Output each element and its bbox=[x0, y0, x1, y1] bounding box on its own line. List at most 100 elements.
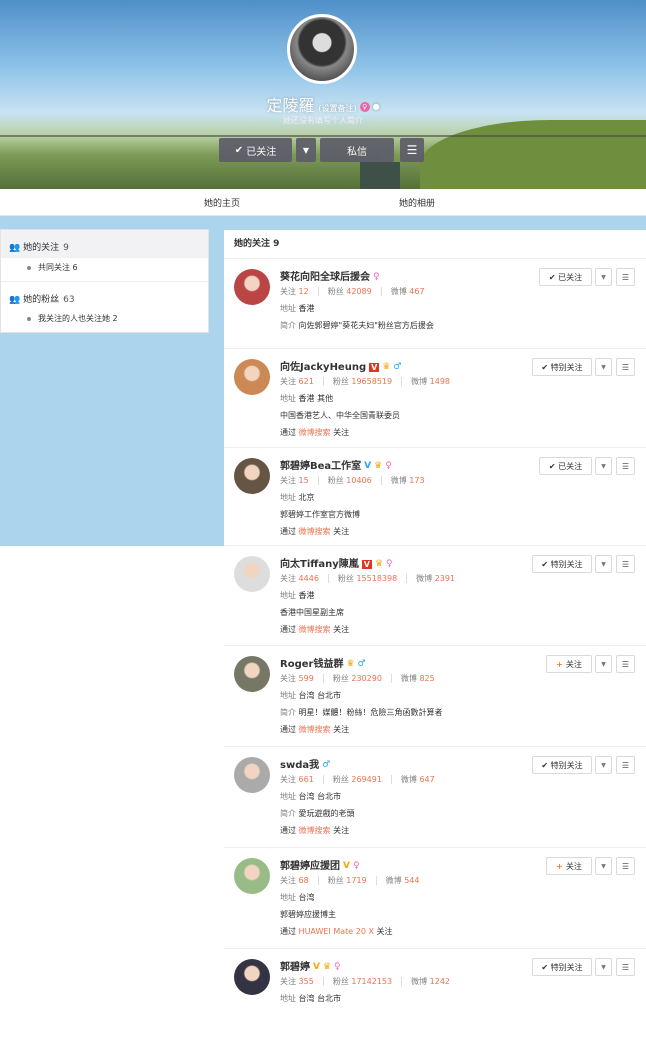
follow-status-button[interactable]: ✔ 已关注 bbox=[539, 268, 592, 286]
follow-count[interactable]: 4446 bbox=[299, 574, 319, 583]
follow-count[interactable]: 599 bbox=[299, 674, 314, 683]
fans-count[interactable]: 1719 bbox=[346, 876, 366, 885]
follow-status-button[interactable]: ✔ 已关注 bbox=[539, 457, 592, 475]
user-name[interactable]: Roger钱益群 bbox=[280, 659, 343, 670]
check-icon: ✔ bbox=[548, 272, 559, 282]
source-link[interactable]: 微博搜索 bbox=[299, 826, 331, 835]
fans-count[interactable]: 19658519 bbox=[351, 377, 392, 386]
user-avatar[interactable] bbox=[234, 757, 270, 793]
member-icon: ● bbox=[372, 102, 380, 111]
source-link[interactable]: HUAWEI Mate 20 X bbox=[299, 927, 374, 936]
follow-dropdown-button[interactable]: ▼ bbox=[595, 857, 612, 875]
user-avatar[interactable] bbox=[234, 556, 270, 592]
user-name[interactable]: 郭碧婷 bbox=[280, 962, 310, 973]
follow-dropdown-button[interactable]: ▼ bbox=[595, 756, 612, 774]
user-card: 郭碧婷Bea工作室 V ♛ ♀ 关注 15 粉丝 10406 微博 173 地址 北京 郭碧… bbox=[224, 447, 646, 547]
menu-icon: ☰ bbox=[621, 272, 630, 282]
fans-count[interactable]: 15518398 bbox=[356, 574, 397, 583]
more-menu-button[interactable]: ☰ bbox=[616, 555, 635, 573]
source-link[interactable]: 微博搜索 bbox=[299, 725, 331, 734]
weibo-count[interactable]: 647 bbox=[419, 775, 434, 784]
user-avatar[interactable] bbox=[234, 656, 270, 692]
source-link[interactable]: 微博搜索 bbox=[299, 625, 331, 634]
weibo-count[interactable]: 825 bbox=[419, 674, 434, 683]
more-menu-button[interactable]: ☰ bbox=[616, 958, 635, 976]
more-menu-button[interactable]: ☰ bbox=[616, 857, 635, 875]
weibo-count[interactable]: 1498 bbox=[430, 377, 450, 386]
profile-avatar[interactable] bbox=[287, 14, 357, 84]
user-name[interactable]: 向佐JackyHeung bbox=[280, 362, 366, 373]
more-menu-button[interactable]: ☰ bbox=[616, 756, 635, 774]
fans-count[interactable]: 10406 bbox=[346, 476, 371, 485]
user-avatar[interactable] bbox=[234, 359, 270, 395]
more-menu-button[interactable]: ☰ bbox=[616, 358, 635, 376]
menu-icon: ☰ bbox=[621, 962, 630, 972]
caret-down-icon: ▼ bbox=[601, 462, 606, 470]
follow-dropdown-button[interactable]: ▼ bbox=[595, 655, 612, 673]
user-name[interactable]: 葵花向阳全球后援会 bbox=[280, 272, 370, 283]
follow-status-button[interactable]: ✔ 特别关注 bbox=[532, 555, 592, 573]
source-link[interactable]: 微博搜索 bbox=[299, 527, 331, 536]
sidebar-item-following[interactable]: 👥 她的关注 9 bbox=[9, 240, 69, 253]
more-menu-button[interactable]: ☰ bbox=[616, 268, 635, 286]
set-remark-link[interactable]: (设置备注) bbox=[318, 104, 356, 113]
user-intro: 郭碧婷应援博主 bbox=[280, 910, 336, 919]
fans-count[interactable]: 17142153 bbox=[351, 977, 392, 986]
user-address: 地址 香港 bbox=[280, 304, 315, 313]
user-avatar[interactable] bbox=[234, 269, 270, 305]
user-stats: 关注 12 粉丝 42089 微博 467 bbox=[280, 287, 425, 296]
follow-dropdown-button[interactable]: ▼ bbox=[595, 457, 612, 475]
weibo-count[interactable]: 1242 bbox=[430, 977, 450, 986]
user-avatar[interactable] bbox=[234, 458, 270, 494]
source-link[interactable]: 微博搜索 bbox=[299, 428, 331, 437]
user-name[interactable]: 向太Tiffany陳嵐 bbox=[280, 559, 359, 570]
follow-dropdown-button[interactable]: ▼ bbox=[296, 138, 316, 162]
follow-count[interactable]: 12 bbox=[299, 287, 309, 296]
follow-status-button[interactable]: ✔ 特别关注 bbox=[532, 958, 592, 976]
more-menu-button[interactable]: ☰ bbox=[616, 457, 635, 475]
tab-home[interactable]: 她的主页 bbox=[204, 196, 240, 209]
verified-red-icon: V bbox=[361, 559, 372, 569]
sidebar-item-fans[interactable]: 👥 她的粉丝 63 bbox=[9, 292, 75, 305]
female-icon: ♀ bbox=[359, 101, 370, 112]
user-name[interactable]: 郭碧婷Bea工作室 bbox=[280, 461, 361, 472]
user-name[interactable]: 郭碧婷应援团 bbox=[280, 861, 340, 872]
sidebar-item-common-fans[interactable]: 我关注的人也关注她 2 bbox=[27, 313, 118, 324]
user-address: 地址 香港 bbox=[280, 591, 315, 600]
follow-dropdown-button[interactable]: ▼ bbox=[595, 958, 612, 976]
vip-crown-icon: ♛ bbox=[346, 659, 355, 669]
follow-dropdown-button[interactable]: ▼ bbox=[595, 555, 612, 573]
follow-count[interactable]: 15 bbox=[299, 476, 309, 485]
user-intro: 简介 愛玩遊戲的老頭 bbox=[280, 809, 355, 818]
weibo-count[interactable]: 467 bbox=[409, 287, 424, 296]
weibo-count[interactable]: 544 bbox=[404, 876, 419, 885]
message-button[interactable]: 私信 bbox=[320, 138, 394, 162]
follow-status-button[interactable]: + 关注 bbox=[546, 655, 592, 673]
more-menu-button[interactable]: ☰ bbox=[400, 138, 424, 162]
follow-dropdown-button[interactable]: ▼ bbox=[595, 268, 612, 286]
user-avatar[interactable] bbox=[234, 858, 270, 894]
weibo-count[interactable]: 2391 bbox=[435, 574, 455, 583]
follow-dropdown-button[interactable]: ▼ bbox=[595, 358, 612, 376]
fans-count[interactable]: 269491 bbox=[351, 775, 382, 784]
follow-status-button[interactable]: ✔ 特别关注 bbox=[532, 756, 592, 774]
follow-count[interactable]: 355 bbox=[299, 977, 314, 986]
user-name[interactable]: swda我 bbox=[280, 760, 319, 771]
follow-count[interactable]: 68 bbox=[299, 876, 309, 885]
follow-count[interactable]: 621 bbox=[299, 377, 314, 386]
users-icon: 👥 bbox=[9, 243, 21, 253]
follow-status-button[interactable]: + 关注 bbox=[546, 857, 592, 875]
followed-button[interactable]: ✔ 已关注 bbox=[219, 138, 292, 162]
fans-count[interactable]: 42089 bbox=[346, 287, 371, 296]
tab-album[interactable]: 她的相册 bbox=[399, 196, 435, 209]
user-card: 葵花向阳全球后援会 ♀ 关注 12 粉丝 42089 微博 467 地址 香港 简介 向… bbox=[224, 258, 646, 358]
sidebar-item-mutual[interactable]: 共同关注 6 bbox=[27, 262, 78, 273]
vip-crown-icon: ♛ bbox=[322, 962, 332, 972]
more-menu-button[interactable]: ☰ bbox=[616, 655, 635, 673]
user-stats: 关注 15 粉丝 10406 微博 173 bbox=[280, 476, 425, 485]
user-avatar[interactable] bbox=[234, 959, 270, 995]
fans-count[interactable]: 230290 bbox=[351, 674, 382, 683]
follow-count[interactable]: 661 bbox=[299, 775, 314, 784]
weibo-count[interactable]: 173 bbox=[409, 476, 424, 485]
follow-status-button[interactable]: ✔ 特别关注 bbox=[532, 358, 592, 376]
